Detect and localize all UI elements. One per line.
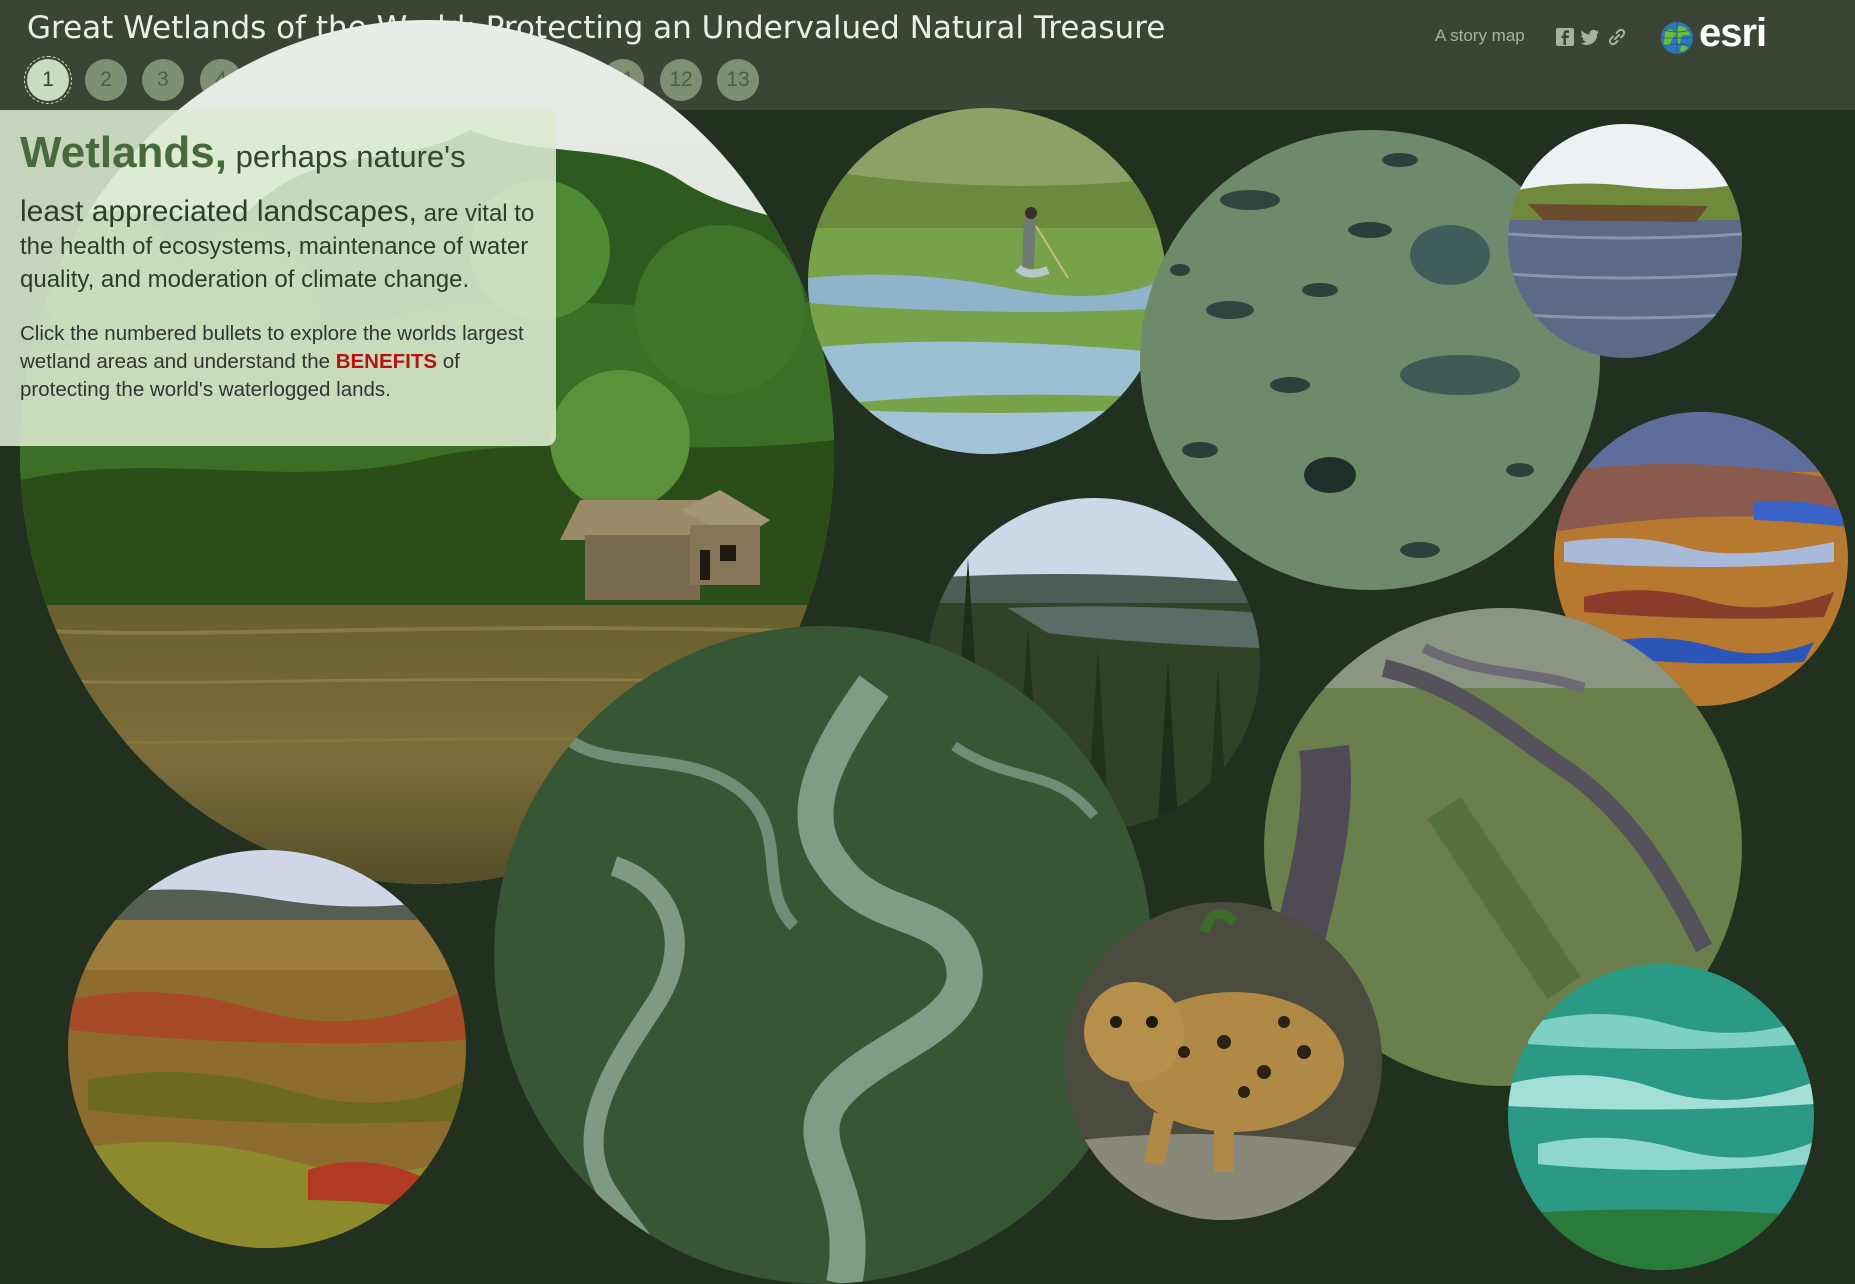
intro-lead-keyword: Wetlands, [20, 128, 228, 177]
intro-lead: Wetlands, perhaps nature's [20, 130, 540, 185]
twitter-icon[interactable] [1580, 27, 1600, 47]
bullet-12[interactable]: 12 [660, 59, 702, 101]
benefits-link[interactable]: BENEFITS [336, 350, 437, 373]
meandering-river-image [494, 626, 1152, 1284]
globe-icon [1661, 22, 1693, 54]
page-title: Great Wetlands of the World: Protecting … [27, 10, 1166, 46]
photo-meandering-river [494, 626, 1152, 1284]
link-icon[interactable] [1607, 27, 1627, 47]
intro-note: Click the numbered bullets to explore th… [20, 320, 545, 404]
peat-bog-image [68, 850, 466, 1248]
intro-body-emphasis: least appreciated landscapes, [20, 195, 417, 228]
intro-lead-text: perhaps nature's [227, 139, 466, 174]
wetland-boatman-image [808, 108, 1166, 454]
story-map-label: A story map [1435, 26, 1525, 45]
bullet-13[interactable]: 13 [717, 59, 759, 101]
esri-wordmark: esri [1699, 11, 1767, 55]
jaguar-image [1064, 902, 1382, 1220]
facebook-icon[interactable] [1555, 27, 1575, 47]
intro-body: least appreciated landscapes, are vital … [20, 195, 545, 296]
river-boat-image [1508, 124, 1742, 358]
photo-jaguar [1064, 902, 1382, 1220]
photo-wetland-boatman [808, 108, 1166, 454]
turquoise-flats-image [1508, 964, 1814, 1270]
esri-logo[interactable]: esri [1659, 11, 1799, 58]
header-actions: A story map esri [1435, 11, 1855, 58]
intro-panel: Wetlands, perhaps nature's least appreci… [0, 110, 556, 446]
bullet-3[interactable]: 3 [142, 59, 184, 101]
bullet-1[interactable]: 1 [24, 56, 72, 104]
photo-peat-bog [68, 850, 466, 1248]
photo-turquoise-flats [1508, 964, 1814, 1270]
photo-river-boat [1508, 124, 1742, 358]
bullet-2[interactable]: 2 [85, 59, 127, 101]
